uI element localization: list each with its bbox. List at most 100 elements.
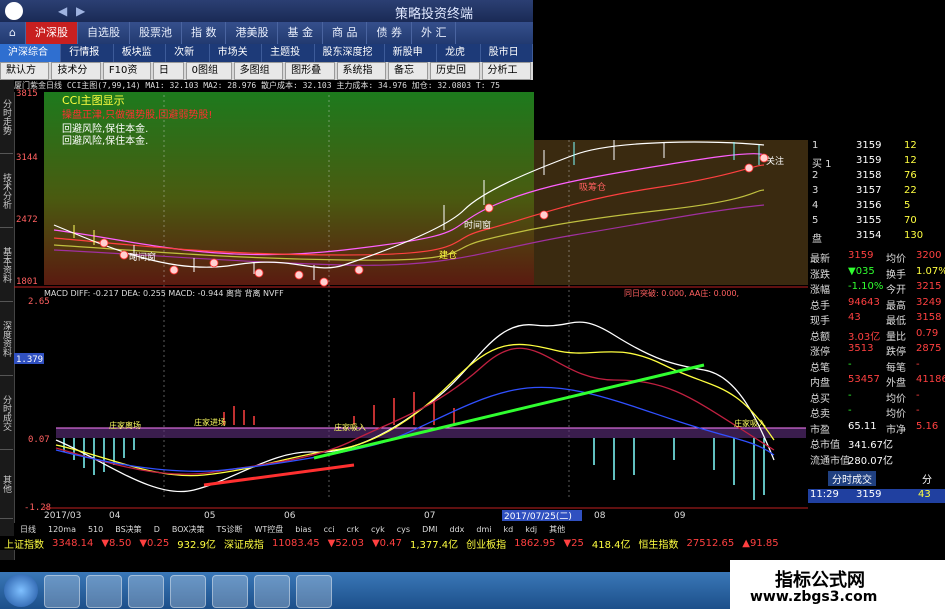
left-tab-0[interactable]: 分时走势 — [0, 80, 13, 154]
toolbar-item-10[interactable]: 分析工具 — [481, 62, 531, 92]
quote-row: 涨跌 ▼035 换手 1.07% — [808, 266, 945, 281]
nav-tab-2[interactable]: 股票池 — [130, 22, 182, 44]
bottom-tab-10[interactable]: crk — [341, 523, 365, 536]
taskbar-app1-icon[interactable] — [170, 575, 206, 608]
left-tab-3[interactable]: 深度资料 — [0, 302, 13, 376]
taskbar-app3-icon[interactable] — [254, 575, 290, 608]
left-tab-1[interactable]: 技术分析 — [0, 154, 13, 228]
left-tab-bar: 分时走势 技术分析 基本资料 深度资料 分时成交 其他 — [0, 80, 15, 560]
toolbar-item-2[interactable]: F10资料 — [102, 62, 151, 92]
toolbar-item-0[interactable]: 默认方案 — [0, 62, 50, 92]
bottom-tab-8[interactable]: bias — [289, 523, 317, 536]
bottom-tab-5[interactable]: BOX决策 — [166, 523, 211, 536]
ticker-name[interactable]: 恒生指数 — [635, 536, 683, 551]
quote-key2: 今开 — [886, 285, 906, 296]
quote-val2: 2875 — [916, 343, 942, 354]
toolbar-item-3[interactable]: 日线 — [152, 62, 184, 92]
bottom-tab-12[interactable]: cys — [391, 523, 416, 536]
nav-tab-4[interactable]: 港美股 — [226, 22, 279, 44]
sub-tab-3[interactable]: 次新股 — [166, 44, 210, 76]
date-label-4: 06 — [284, 511, 296, 521]
bottom-tab-15[interactable]: dmi — [470, 523, 497, 536]
left-tab-4[interactable]: 分时成交 — [0, 376, 13, 450]
taskbar-folder-icon[interactable] — [128, 575, 164, 608]
nav-tab-1[interactable]: 自选股 — [78, 22, 130, 44]
sub-tab-7[interactable]: 新股申购 — [385, 44, 438, 76]
main-nav: ⌂ 沪深股 自选股 股票池指 数港美股基 金商 品债 券外 汇 — [0, 22, 533, 44]
ticker-name[interactable]: 创业板指 — [462, 536, 510, 551]
trade-tab-1[interactable]: 分 — [918, 471, 936, 486]
start-button[interactable] — [4, 574, 38, 607]
bottom-tab-17[interactable]: kdj — [519, 523, 543, 536]
taskbar-player-icon[interactable] — [44, 575, 80, 608]
home-icon[interactable]: ⌂ — [0, 22, 26, 44]
bottom-tab-16[interactable]: kd — [497, 523, 519, 536]
ticker-name[interactable]: 上证指数 — [0, 536, 48, 551]
nav-tab-0[interactable]: 沪深股 — [25, 22, 78, 44]
toolbar-item-7[interactable]: 系统指示 — [336, 62, 386, 92]
nav-tab-3[interactable]: 指 数 — [182, 22, 227, 44]
quote-row: 总手 94643 最高 3249 — [808, 297, 945, 312]
quote-key2: 最高 — [886, 300, 906, 312]
watermark-url: www.zbgs3.com — [750, 589, 878, 605]
date-label-8: 09 — [674, 511, 686, 521]
quote-row: 内盘 53457 外盘 41186 — [808, 374, 945, 389]
bottom-tab-11[interactable]: cyk — [365, 523, 391, 536]
sub-tab-0[interactable]: 沪深综合屏 — [0, 44, 62, 76]
order-vol: 130 — [904, 230, 924, 241]
bottom-tab-18[interactable]: 其他 — [543, 523, 571, 536]
bottom-tab-9[interactable]: cci — [318, 523, 341, 536]
sub-tab-6[interactable]: 股东深度挖掘 — [315, 44, 385, 76]
nav-tab-6[interactable]: 商 品 — [323, 22, 368, 44]
left-tab-5[interactable]: 其他 — [0, 450, 13, 519]
sub-tab-4[interactable]: 市场关注 — [210, 44, 263, 76]
order-price: 3156 — [856, 200, 882, 211]
toolbar-item-9[interactable]: 历史回忆 — [430, 62, 480, 92]
order-vol: 5 — [904, 200, 911, 211]
order-book-row: 盘 3154 130 — [808, 230, 945, 245]
sub-tab-9[interactable]: 股市日历 — [481, 44, 534, 76]
bottom-tab-14[interactable]: ddx — [443, 523, 470, 536]
bottom-tab-2[interactable]: 510 — [82, 523, 109, 536]
trade-tab-0[interactable]: 分时成交 — [828, 471, 876, 486]
left-tab-2[interactable]: 基本资料 — [0, 228, 13, 302]
marker-2: 建仓 — [439, 249, 457, 261]
quote-val2: 3215 — [916, 281, 942, 292]
toolbar-item-5[interactable]: 多图组合 — [233, 62, 284, 92]
bottom-tab-1[interactable]: 120ma — [42, 523, 82, 536]
toolbar-item-8[interactable]: 备忘录 — [387, 62, 429, 92]
sub-tab-1[interactable]: 行情报价 — [61, 44, 114, 76]
bottom-tab-3[interactable]: BS决策 — [109, 523, 147, 536]
taskbar-ie-icon[interactable] — [86, 575, 122, 608]
forward-icon[interactable]: ▶ — [76, 4, 90, 18]
bottom-tab-4[interactable]: D — [148, 523, 166, 536]
quote-key: 总卖 — [810, 409, 830, 420]
order-vol: 12 — [904, 155, 917, 166]
nav-tab-7[interactable]: 债 券 — [367, 22, 412, 44]
quote-key: 总手 — [810, 300, 830, 312]
taskbar-app4-icon[interactable] — [296, 575, 332, 608]
taskbar-app2-icon[interactable] — [212, 575, 248, 608]
sub-tab-2[interactable]: 板块监控 — [114, 44, 167, 76]
bottom-tab-6[interactable]: TS诊断 — [210, 523, 248, 536]
toolbar-item-1[interactable]: 技术分析 — [51, 62, 101, 92]
quote-val: -1.10% — [848, 281, 884, 292]
quote-key: 总市值 — [810, 440, 840, 451]
toolbar-item-6[interactable]: 图形叠加 — [285, 62, 335, 92]
nav-tab-8[interactable]: 外 汇 — [412, 22, 457, 44]
ticker-name[interactable]: 深证成指 — [220, 536, 268, 551]
ticker-value: 11083.45 — [271, 537, 320, 549]
toolbar-item-4[interactable]: 0图组合 — [185, 62, 232, 92]
quote-key2: 均价 — [886, 254, 906, 265]
nav-tab-5[interactable]: 基 金 — [278, 22, 323, 44]
chart-area[interactable]: 3815 3144 2472 1801 CCI主图显示 操盘正津,只做强势股,回… — [14, 80, 809, 540]
quote-val: - — [848, 405, 852, 416]
ticker-change: ▲91.85 — [742, 537, 779, 549]
bottom-tab-0[interactable]: 日线 — [14, 523, 42, 536]
bottom-tab-13[interactable]: DMI — [416, 523, 443, 536]
sub-tab-8[interactable]: 龙虎榜 — [437, 44, 481, 76]
trade-row: 11:29 3159 43 — [808, 488, 945, 503]
back-icon[interactable]: ◀ — [58, 4, 72, 18]
bottom-tab-7[interactable]: WT控盘 — [248, 523, 289, 536]
sub-tab-5[interactable]: 主题投资 — [262, 44, 315, 76]
